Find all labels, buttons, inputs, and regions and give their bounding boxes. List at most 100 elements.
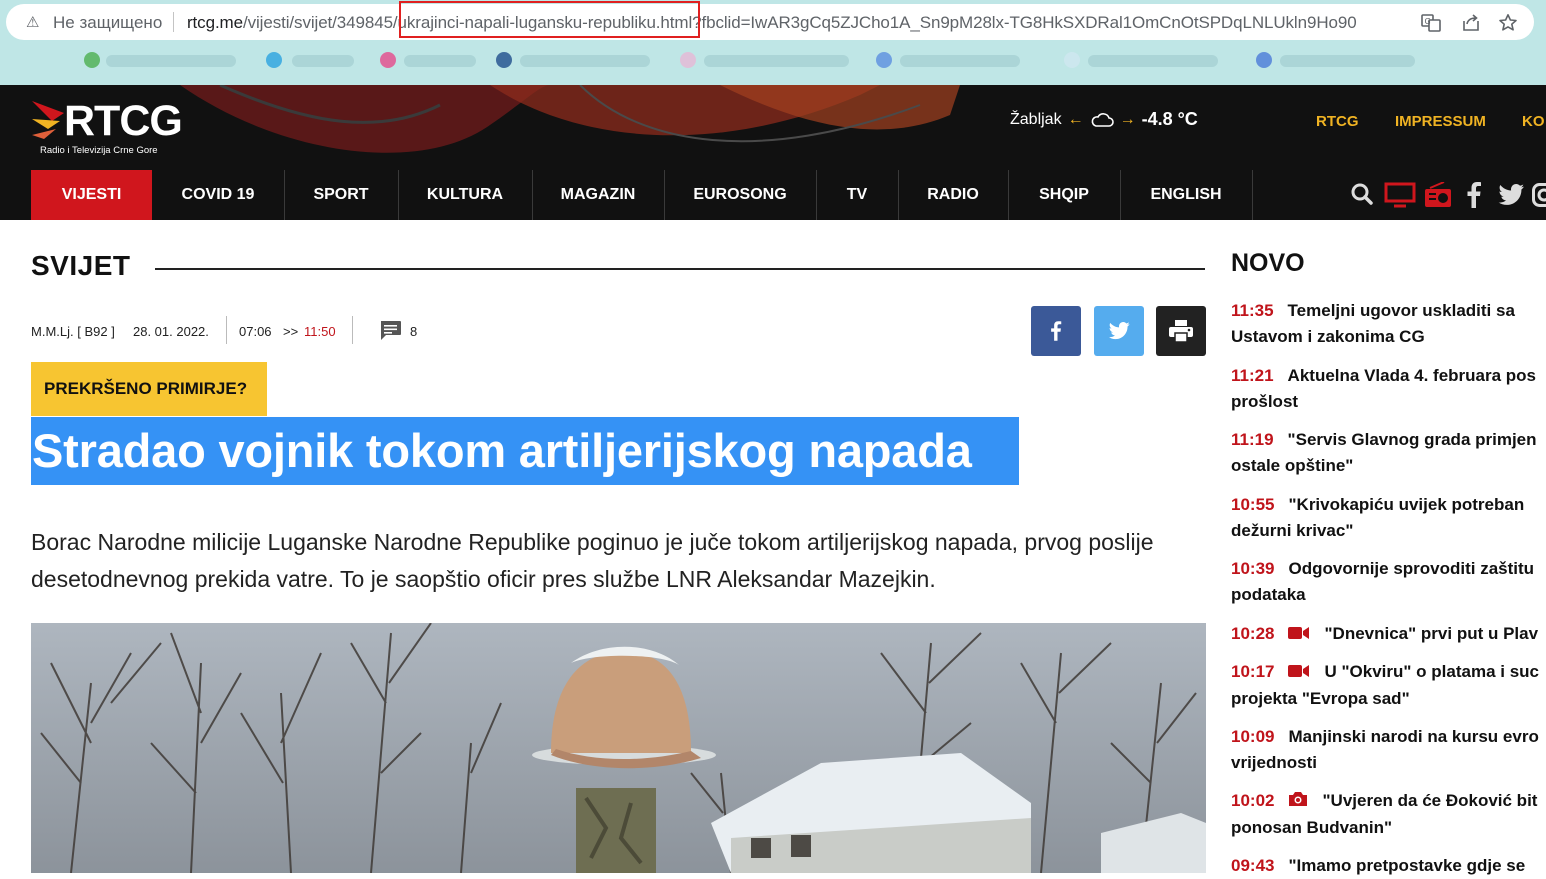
news-title[interactable]: "Servis Glavnog grada primjen — [1288, 430, 1537, 449]
logo-subtitle: Radio i Televizija Crne Gore — [40, 145, 158, 156]
svg-text:G: G — [1425, 17, 1431, 26]
news-title-continued[interactable]: ponosan Budvanin" — [1231, 815, 1546, 841]
radio-icon[interactable] — [1424, 182, 1452, 213]
warning-icon[interactable]: ⚠ — [26, 13, 39, 31]
news-item[interactable]: 11:35Temeljni ugovor uskladiti saUstavom… — [1231, 298, 1546, 350]
share-facebook-button[interactable] — [1031, 306, 1081, 356]
nav-divider — [664, 170, 665, 220]
article-photo[interactable] — [31, 623, 1206, 873]
bookmark-star-icon[interactable] — [1498, 13, 1518, 38]
comment-icon[interactable] — [379, 320, 402, 346]
nav-english[interactable]: ENGLISH — [1136, 170, 1236, 220]
news-item[interactable]: 10:55"Krivokapiću uvijek potrebandežurni… — [1231, 492, 1546, 544]
news-title-continued[interactable]: podataka — [1231, 582, 1546, 608]
news-title-continued[interactable]: projekta "Evropa sad" — [1231, 686, 1546, 712]
instagram-icon[interactable] — [1532, 183, 1546, 212]
bookmark-favicon[interactable] — [1256, 52, 1272, 68]
bookmark-favicon[interactable] — [876, 52, 892, 68]
address-divider — [173, 12, 174, 32]
header-decoration — [160, 85, 980, 170]
site-header: RTCG Radio i Televizija Crne Gore Žablja… — [0, 85, 1546, 220]
insecure-label[interactable]: Не защищено — [53, 13, 162, 33]
news-item[interactable]: 10:28 "Dnevnica" prvi put u Plav — [1231, 621, 1546, 648]
news-item[interactable]: 11:19"Servis Glavnog grada primjenostale… — [1231, 427, 1546, 479]
news-title[interactable]: U "Okviru" o platama i suc — [1324, 662, 1539, 681]
main-navigation: VIJESTI COVID 19 SPORT KULTURA MAGAZIN E… — [0, 170, 1546, 220]
section-title[interactable]: SVIJET — [31, 250, 130, 282]
bookmark-favicon[interactable] — [84, 52, 100, 68]
news-title[interactable]: Temeljni ugovor uskladiti sa — [1288, 301, 1515, 320]
nav-vijesti[interactable]: VIJESTI — [31, 170, 152, 220]
news-title-continued[interactable]: vrijednosti — [1231, 750, 1546, 776]
news-time: 10:39 — [1231, 559, 1274, 578]
address-bar[interactable]: ⚠ Не защищено rtcg.me/vijesti/svijet/349… — [6, 4, 1534, 40]
share-twitter-button[interactable] — [1094, 306, 1144, 356]
news-time: 09:43 — [1231, 856, 1274, 875]
weather-temperature: -4.8 °C — [1142, 109, 1198, 130]
toplink-rtcg[interactable]: RTCG — [1316, 113, 1359, 130]
news-title-continued[interactable]: prošlost — [1231, 389, 1546, 415]
news-time: 10:28 — [1231, 624, 1274, 643]
bookmark-item[interactable] — [900, 55, 1020, 67]
news-title[interactable]: "Krivokapiću uvijek potreban — [1288, 495, 1524, 514]
article-time-published: 07:06 — [239, 324, 272, 339]
news-title[interactable]: Manjinski narodi na kursu evro — [1288, 727, 1538, 746]
toplink-kontakt[interactable]: KO — [1522, 113, 1545, 130]
news-title[interactable]: "Dnevnica" prvi put u Plav — [1324, 624, 1538, 643]
rtcg-logo[interactable]: RTCG Radio i Televizija Crne Gore — [30, 95, 180, 160]
nav-magazin[interactable]: MAGAZIN — [548, 170, 648, 220]
translate-icon[interactable]: G — [1421, 13, 1441, 38]
bookmark-item[interactable] — [404, 55, 476, 67]
url-domain: rtcg.me — [187, 13, 243, 32]
news-item[interactable]: 10:02"Uvjeren da će Đoković bitponosan B… — [1231, 788, 1546, 841]
news-item[interactable]: 10:39 Odgovornije sprovoditi zaštitu podat… — [1231, 556, 1546, 608]
news-title[interactable]: "Imamo pretpostavke gdje se — [1288, 856, 1525, 875]
bookmark-favicon[interactable] — [496, 52, 512, 68]
weather-widget[interactable]: Žabljak ← → -4.8 °C — [1010, 109, 1198, 130]
nav-radio[interactable]: RADIO — [914, 170, 992, 220]
nav-shqip[interactable]: SHQIP — [1024, 170, 1104, 220]
twitter-icon — [1108, 322, 1130, 340]
news-item[interactable]: 10:09Manjinski narodi na kursu evrovrije… — [1231, 724, 1546, 776]
search-icon[interactable] — [1350, 182, 1374, 211]
bookmark-item[interactable] — [1088, 55, 1218, 67]
comment-count[interactable]: 8 — [410, 324, 417, 339]
nav-kultura[interactable]: KULTURA — [413, 170, 517, 220]
bookmark-item[interactable] — [520, 55, 650, 67]
facebook-icon[interactable] — [1466, 182, 1482, 213]
arrow-left-icon[interactable]: ← — [1068, 111, 1084, 129]
url-text[interactable]: rtcg.me/vijesti/svijet/349845/ukrajinci-… — [187, 13, 1357, 33]
nav-covid[interactable]: COVID 19 — [168, 170, 268, 220]
news-title-continued[interactable]: ostale opštine" — [1231, 453, 1546, 479]
nav-divider — [898, 170, 899, 220]
news-item[interactable]: 10:17U "Okviru" o platama i sucprojekta … — [1231, 659, 1546, 712]
twitter-icon[interactable] — [1498, 184, 1524, 211]
video-icon — [1288, 622, 1310, 648]
arrow-right-icon[interactable]: → — [1120, 111, 1136, 129]
news-title[interactable]: Odgovornije sprovoditi zaštitu — [1288, 559, 1534, 578]
nav-tv[interactable]: TV — [832, 170, 882, 220]
logo-text: RTCG — [64, 97, 182, 146]
bookmark-item[interactable] — [292, 55, 354, 67]
news-item[interactable]: 11:21Aktuelna Vlada 4. februara posprošl… — [1231, 363, 1546, 415]
share-icon[interactable] — [1461, 13, 1481, 38]
bookmark-item[interactable] — [1280, 55, 1415, 67]
news-title[interactable]: "Uvjeren da će Đoković bit — [1322, 791, 1537, 810]
bookmark-favicon[interactable] — [1064, 52, 1080, 68]
bookmark-favicon[interactable] — [266, 52, 282, 68]
tv-icon[interactable] — [1384, 182, 1416, 213]
toplink-impressum[interactable]: IMPRESSUM — [1395, 113, 1486, 130]
bookmark-favicon[interactable] — [680, 52, 696, 68]
nav-eurosong[interactable]: EUROSONG — [680, 170, 800, 220]
nav-sport[interactable]: SPORT — [300, 170, 382, 220]
news-title[interactable]: Aktuelna Vlada 4. februara pos — [1288, 366, 1536, 385]
print-button[interactable] — [1156, 306, 1206, 356]
news-title-continued[interactable]: dežurni krivac" — [1231, 518, 1546, 544]
weather-city: Žabljak — [1010, 111, 1062, 129]
bookmark-item[interactable] — [704, 55, 849, 67]
bookmark-item[interactable] — [106, 55, 236, 67]
news-title-continued[interactable]: Ustavom i zakonima CG — [1231, 324, 1546, 350]
news-item[interactable]: 09:43 "Imamo pretpostavke gdje se — [1231, 853, 1546, 879]
nav-divider — [284, 170, 285, 220]
bookmark-favicon[interactable] — [380, 52, 396, 68]
